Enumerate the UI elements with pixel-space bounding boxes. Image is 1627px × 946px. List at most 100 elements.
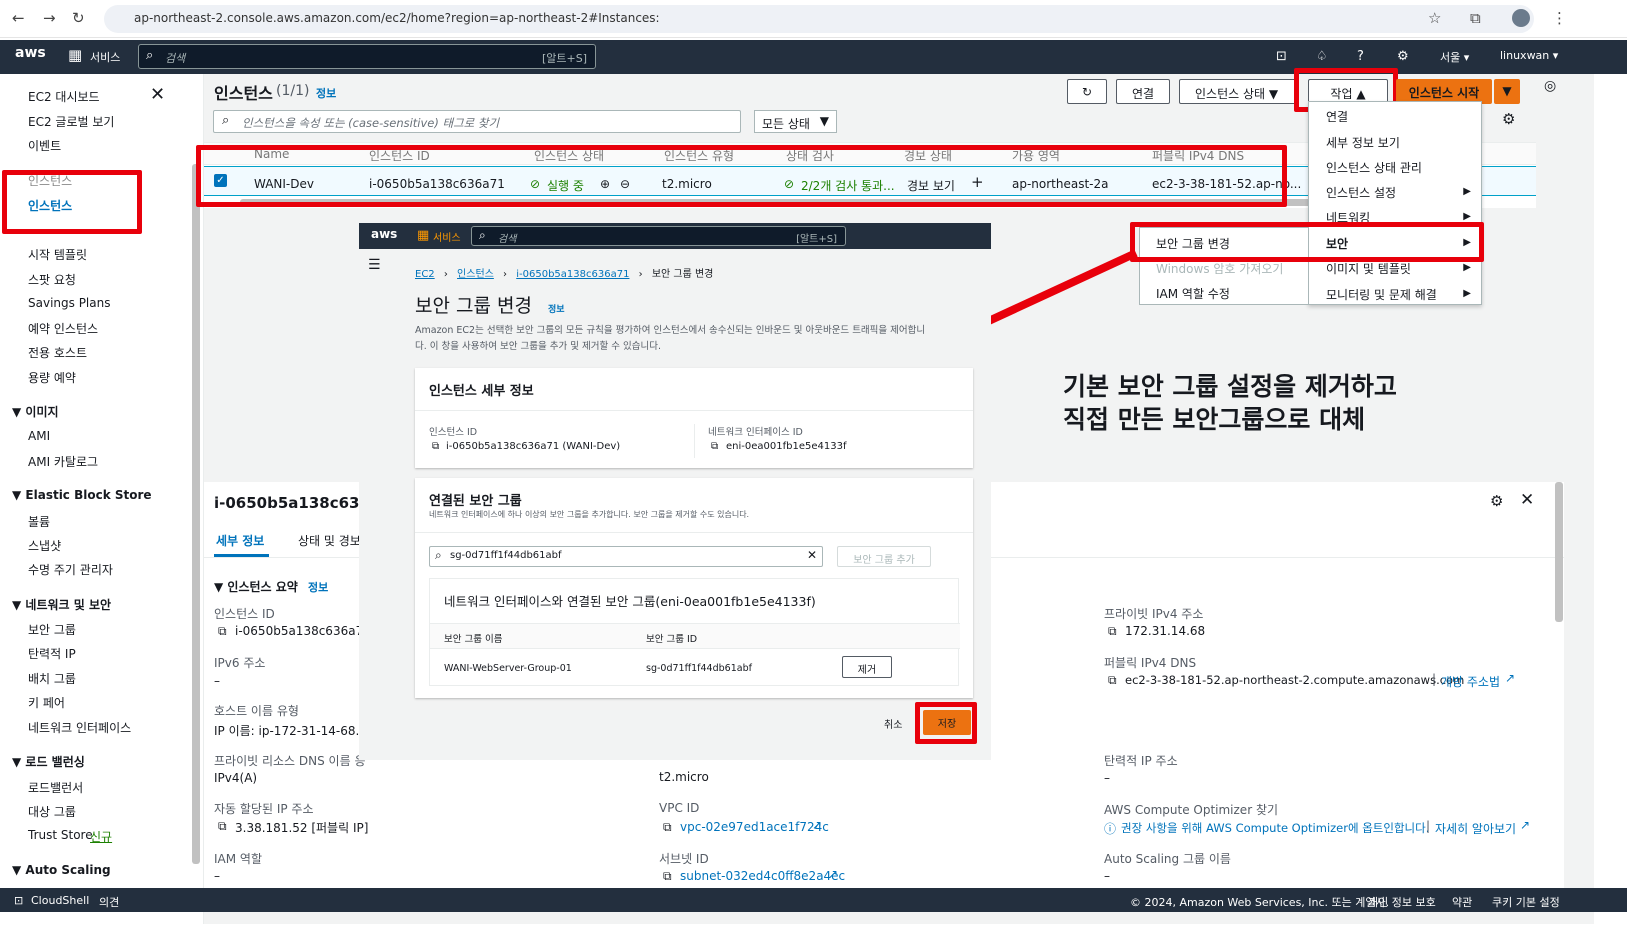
sidebar-item-trust-store[interactable]: Trust Store — [28, 828, 93, 842]
menu-item-monitoring[interactable]: 모니터링 및 문제 해결 — [1326, 286, 1437, 303]
services-grid-icon[interactable]: ▦ — [68, 46, 82, 64]
copy-icon[interactable]: ⧉ — [1108, 624, 1117, 639]
hamburger-menu-icon[interactable]: ☰ — [368, 257, 381, 273]
close-icon[interactable]: ✕ — [150, 84, 165, 105]
close-icon[interactable]: ✕ — [1520, 490, 1534, 510]
copy-icon[interactable]: ⧉ — [218, 624, 227, 639]
browser-menu-icon[interactable]: ⋮ — [1552, 9, 1567, 27]
public-dns-open-link[interactable]: 개방 주소법 — [1441, 673, 1500, 690]
aws-logo[interactable]: aws — [15, 45, 46, 61]
sidebar-item-spot-requests[interactable]: 스팟 요청 — [28, 271, 76, 288]
value-compute-optimizer[interactable]: 권장 사항을 위해 AWS Compute Optimizer에 옵트인합니다. — [1121, 820, 1429, 836]
global-search-input[interactable]: ⌕ 검색 [알트+S] — [138, 44, 596, 69]
launch-dropdown-button[interactable]: ▼ — [1494, 79, 1520, 104]
copy-icon[interactable]: ⧉ — [432, 441, 439, 452]
sidebar-scrollbar[interactable] — [192, 164, 200, 864]
sg-search-input[interactable]: ⌕ sg-0d71ff1f44db61abf ✕ — [429, 546, 823, 567]
sidebar-item-load-balancers[interactable]: 로드밸런서 — [28, 779, 83, 796]
copy-icon[interactable]: ⧉ — [1108, 673, 1117, 688]
sidebar-item-security-groups[interactable]: 보안 그룹 — [28, 621, 76, 638]
learn-more-link[interactable]: 자세히 알아보기 — [1435, 820, 1516, 837]
sidebar-item-ami-catalog[interactable]: AMI 카탈로그 — [28, 453, 98, 470]
sidebar-item-elastic-ip[interactable]: 탄력적 IP — [28, 645, 76, 662]
menu-item-manage-state[interactable]: 인스턴스 상태 관리 — [1326, 159, 1422, 176]
tab-details[interactable]: 세부 정보 — [216, 532, 264, 549]
feedback-link[interactable]: 의견 — [99, 894, 119, 910]
refresh-button[interactable]: ↻ — [1067, 79, 1107, 104]
privacy-link[interactable]: 개인 정보 보호 — [1368, 894, 1436, 910]
sidebar-section-ebs[interactable]: ▼ Elastic Block Store — [12, 488, 152, 502]
menu-item-view-details[interactable]: 세부 정보 보기 — [1326, 134, 1400, 151]
value-vpc[interactable]: vpc-02e97ed1ace1f724c — [680, 820, 829, 834]
external-link-icon[interactable]: ↗ — [1505, 671, 1515, 685]
cloudshell-icon[interactable]: ⊡ — [1276, 49, 1287, 64]
instance-state-button[interactable]: 인스턴스 상태 ▼ — [1179, 79, 1299, 104]
submenu-modify-iam-role[interactable]: IAM 역할 수정 — [1156, 285, 1230, 302]
modal-search-input[interactable]: ⌕ 검색 [알트+S] — [471, 226, 846, 246]
sidebar-section-autoscaling[interactable]: ▼ Auto Scaling — [12, 863, 111, 877]
breadcrumb-ec2[interactable]: EC2 — [415, 269, 435, 280]
extensions-icon[interactable]: ⧉ — [1470, 9, 1481, 27]
profile-avatar[interactable] — [1512, 9, 1530, 27]
cloudshell-link[interactable]: CloudShell — [31, 894, 89, 907]
instance-summary-toggle[interactable]: ▼ 인스턴스 요약 — [214, 578, 298, 595]
sidebar-item-reserved[interactable]: 예약 인스턴스 — [28, 320, 98, 337]
sidebar-item-global-view[interactable]: EC2 글로벌 보기 — [28, 113, 114, 130]
info-link[interactable]: 정보 — [316, 85, 336, 101]
state-filter-select[interactable]: 모든 상태 ▼ — [754, 110, 837, 133]
summary-info-link[interactable]: 정보 — [308, 579, 328, 595]
sidebar-item-key-pairs[interactable]: 키 페어 — [28, 694, 65, 711]
copy-icon[interactable]: ⧉ — [218, 819, 227, 834]
sidebar-item-dedicated-hosts[interactable]: 전용 호스트 — [28, 344, 87, 361]
sidebar-item-ami[interactable]: AMI — [28, 429, 50, 443]
address-bar[interactable]: ap-northeast-2.console.aws.amazon.com/ec… — [104, 5, 1534, 33]
clear-icon[interactable]: ✕ — [807, 548, 817, 562]
notifications-bell-icon[interactable]: ♤ — [1316, 49, 1328, 64]
modal-info-link[interactable]: 정보 — [548, 302, 565, 315]
page-scrollbar[interactable] — [1555, 482, 1563, 622]
menu-item-instance-settings[interactable]: 인스턴스 설정 — [1326, 184, 1396, 201]
copy-icon[interactable]: ⧉ — [711, 441, 718, 452]
external-link-icon[interactable]: ↗ — [828, 867, 838, 881]
panel-settings-icon[interactable]: ⚙ — [1490, 492, 1503, 510]
sidebar-item-savings-plans[interactable]: Savings Plans — [28, 296, 110, 310]
services-grid-icon[interactable]: ▦ — [417, 228, 429, 243]
side-panel-icon[interactable]: ◎ — [1544, 78, 1556, 94]
region-selector[interactable]: 서울 ▾ — [1440, 49, 1469, 65]
sidebar-item-placement[interactable]: 배치 그룹 — [28, 670, 76, 687]
external-link-icon[interactable]: ↗ — [812, 818, 822, 832]
connect-button[interactable]: 연결 — [1116, 79, 1170, 104]
sidebar-section-network[interactable]: ▼ 네트워크 및 보안 — [12, 596, 111, 613]
cookie-prefs-link[interactable]: 쿠키 기본 설정 — [1492, 894, 1560, 910]
menu-item-connect[interactable]: 연결 — [1326, 108, 1348, 125]
reload-icon[interactable]: ↻ — [72, 9, 85, 27]
sidebar-section-lb[interactable]: ▼ 로드 밸런싱 — [12, 753, 85, 770]
remove-sg-button[interactable]: 제거 — [842, 656, 892, 678]
cloudshell-icon[interactable]: ⊡ — [14, 894, 23, 907]
bookmark-star-icon[interactable]: ☆ — [1428, 9, 1441, 27]
sidebar-item-snapshots[interactable]: 스냅샷 — [28, 537, 61, 554]
user-menu[interactable]: linuxwan ▾ — [1500, 49, 1558, 62]
sidebar-item-network-interfaces[interactable]: 네트워크 인터페이스 — [28, 719, 131, 736]
table-settings-icon[interactable]: ⚙ — [1502, 110, 1515, 128]
sidebar-section-images[interactable]: ▼ 이미지 — [12, 403, 59, 420]
sidebar-item-volumes[interactable]: 볼륨 — [28, 513, 50, 530]
copy-icon[interactable]: ⧉ — [663, 820, 672, 835]
breadcrumb-instances[interactable]: 인스턴스 — [457, 269, 494, 280]
terms-link[interactable]: 약관 — [1452, 894, 1472, 910]
menu-item-images[interactable]: 이미지 및 템플릿 — [1326, 260, 1411, 277]
modal-services-menu[interactable]: 서비스 — [433, 229, 461, 244]
copy-icon[interactable]: ⧉ — [663, 869, 672, 884]
sidebar-item-lifecycle[interactable]: 수명 주기 관리자 — [28, 561, 113, 578]
sidebar-item-target-groups[interactable]: 대상 그룹 — [28, 803, 76, 820]
tab-status-alarms[interactable]: 상태 및 경보 — [298, 532, 361, 549]
settings-gear-icon[interactable]: ⚙ — [1397, 49, 1409, 64]
sidebar-item-launch-templates[interactable]: 시작 템플릿 — [28, 246, 87, 263]
value-subnet[interactable]: subnet-032ed4c0ff8e2a4ec — [680, 869, 845, 883]
cancel-button[interactable]: 취소 — [884, 716, 902, 731]
help-icon[interactable]: ? — [1357, 49, 1364, 64]
breadcrumb-instance-id[interactable]: i-0650b5a138c636a71 — [516, 269, 629, 280]
back-icon[interactable]: ← — [12, 9, 25, 27]
external-link-icon[interactable]: ↗ — [1520, 818, 1530, 832]
instance-filter-input[interactable]: ⌕ 인스턴스을 속성 또는 (case-sensitive) 태그로 찾기 — [213, 110, 741, 133]
